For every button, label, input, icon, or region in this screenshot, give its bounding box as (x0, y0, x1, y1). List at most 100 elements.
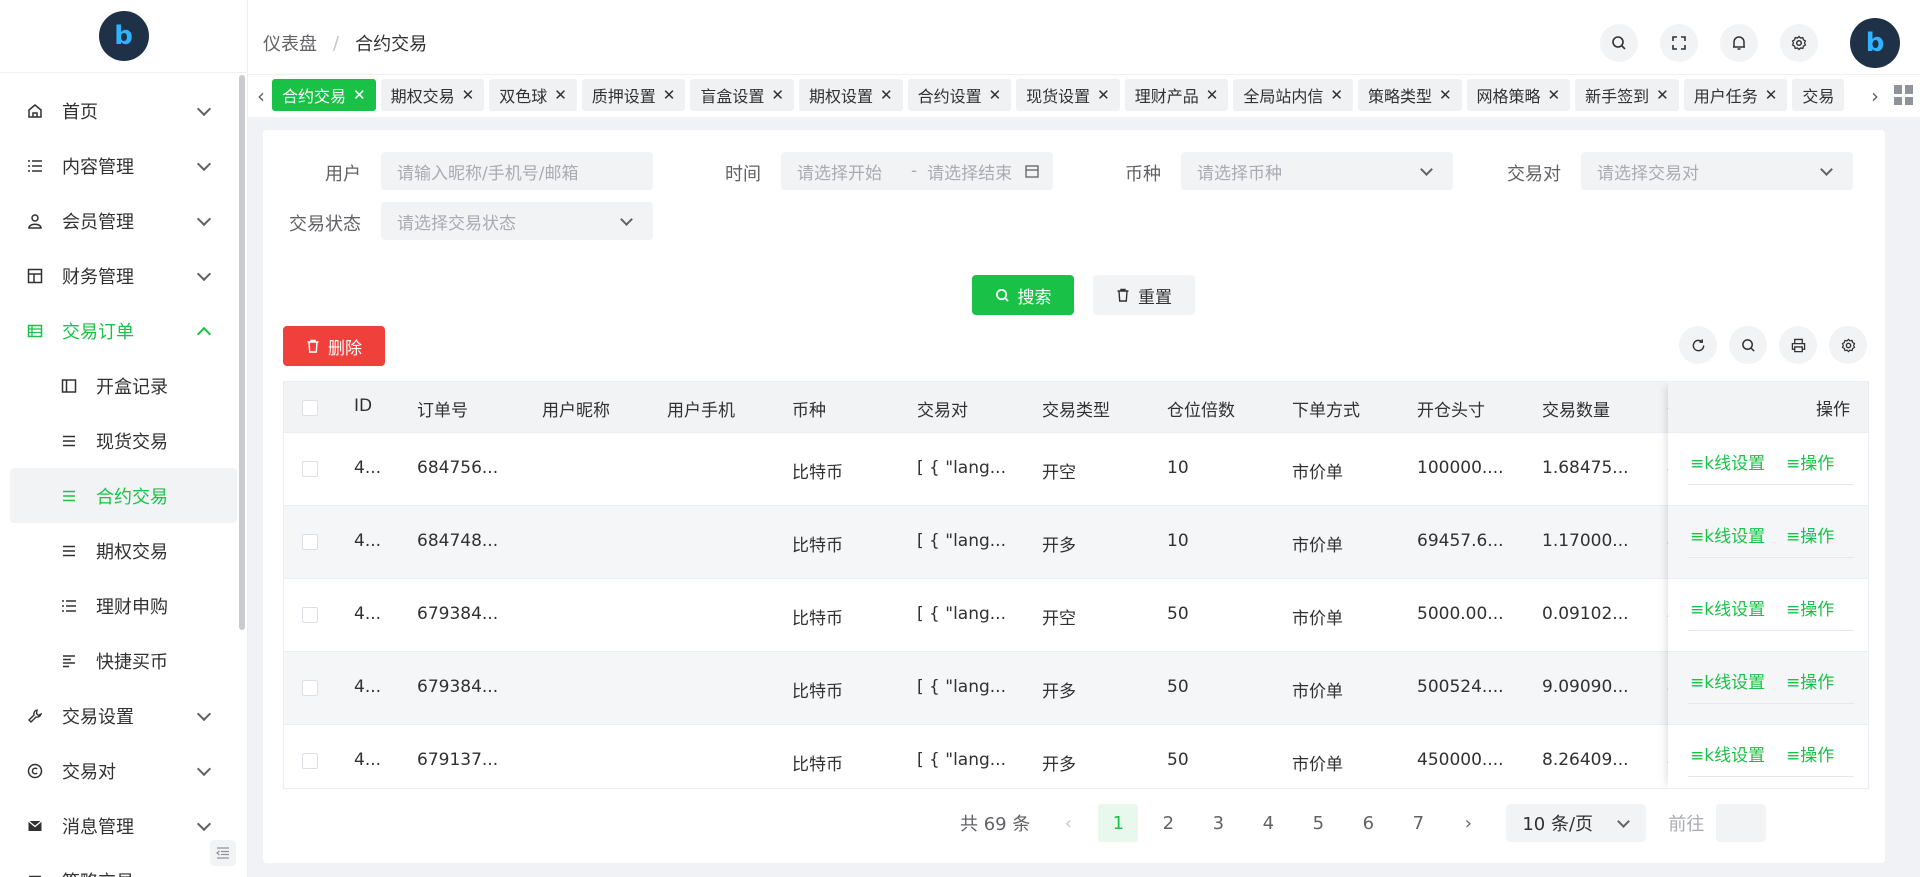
tab-contract-trade[interactable]: 合约交易 ✕ (272, 79, 376, 111)
kline-settings-link[interactable]: ≡k线设置 (1690, 668, 1765, 693)
table-row[interactable]: 4... 679384... 比特币 [ { "lang... 开多 50 市价单 50052… (284, 651, 1868, 725)
row-checkbox[interactable] (302, 461, 318, 477)
table-cell: 8.26409... (1542, 750, 1629, 770)
status-select[interactable]: 请选择交易状态 (381, 202, 653, 240)
tab-blindbox-settings[interactable]: 盲盒设置 ✕ (690, 79, 794, 111)
column-settings-button[interactable] (1829, 326, 1867, 364)
sidebar-subitem-options[interactable]: 期权交易 (10, 523, 237, 578)
tab-newbie-checkin[interactable]: 新手签到 ✕ (1575, 79, 1679, 111)
table-row[interactable]: 4... 684748... 比特币 [ { "lang... 开多 10 市价单 69457… (284, 505, 1868, 579)
time-end-input[interactable]: 请选择结束 (927, 159, 1017, 184)
sidebar-scrollbar[interactable] (239, 75, 245, 630)
tab-options-trade[interactable]: 期权交易 ✕ (380, 79, 485, 111)
fullscreen-button[interactable] (1660, 24, 1698, 62)
close-icon[interactable]: ✕ (1330, 86, 1343, 104)
notification-button[interactable] (1720, 24, 1758, 62)
search-button[interactable] (1600, 24, 1638, 62)
close-icon[interactable]: ✕ (663, 86, 676, 104)
pagination-page[interactable]: 2 (1148, 804, 1188, 842)
pagination-prev[interactable]: ‹ (1048, 804, 1088, 842)
pagination-next[interactable]: › (1448, 804, 1488, 842)
operate-link[interactable]: ≡操作 (1786, 522, 1834, 547)
breadcrumb-home[interactable]: 仪表盘 (263, 30, 317, 56)
user-filter-input[interactable]: 请输入昵称/手机号/邮箱 (381, 152, 653, 190)
page-size-select[interactable]: 10 条/页 (1506, 804, 1647, 842)
pagination-page[interactable]: 5 (1298, 804, 1338, 842)
tab-trade-overflow[interactable]: 交易 (1792, 79, 1845, 111)
tab-wealth-products[interactable]: 理财产品 ✕ (1124, 79, 1229, 111)
tab-double-ball[interactable]: 双色球 ✕ (489, 79, 577, 111)
pagination-page[interactable]: 1 (1098, 804, 1139, 842)
pagination-page[interactable]: 6 (1348, 804, 1388, 842)
pair-select[interactable]: 请选择交易对 (1581, 152, 1853, 190)
row-checkbox[interactable] (302, 680, 318, 696)
coin-select[interactable]: 请选择币种 (1181, 152, 1453, 190)
operate-link[interactable]: ≡操作 (1786, 668, 1834, 693)
tab-user-tasks[interactable]: 用户任务 ✕ (1683, 79, 1788, 111)
goto-page-input[interactable] (1716, 804, 1767, 842)
toggle-search-button[interactable] (1729, 326, 1767, 364)
table-row[interactable]: 4... 684756... 比特币 [ { "lang... 开空 10 市价单 10000… (284, 432, 1868, 506)
close-icon[interactable]: ✕ (989, 86, 1002, 104)
tabs-scroll-left[interactable]: ‹ (252, 81, 270, 111)
delete-button[interactable]: 删除 (283, 326, 385, 366)
sidebar-subitem-spot[interactable]: 现货交易 (10, 413, 237, 468)
tab-global-messages[interactable]: 全局站内信 ✕ (1233, 79, 1353, 111)
select-all-checkbox[interactable] (302, 400, 318, 416)
close-icon[interactable]: ✕ (554, 86, 567, 104)
row-checkbox[interactable] (302, 534, 318, 550)
sidebar-subitem-contract[interactable]: 合约交易 (10, 468, 237, 523)
table-row[interactable]: 4... 679384... 比特币 [ { "lang... 开空 50 市价单 5000.… (284, 578, 1868, 652)
close-icon[interactable]: ✕ (1548, 86, 1561, 104)
operate-link[interactable]: ≡操作 (1786, 449, 1834, 474)
tabs-menu-grid-icon[interactable] (1894, 85, 1914, 105)
search-submit-button[interactable]: 搜索 (972, 275, 1074, 315)
tab-strategy-types[interactable]: 策略类型 ✕ (1357, 79, 1462, 111)
sidebar-item-trade-settings[interactable]: 交易设置 (0, 688, 247, 743)
row-checkbox[interactable] (302, 753, 318, 769)
kline-settings-link[interactable]: ≡k线设置 (1690, 741, 1765, 766)
pagination-page[interactable]: 4 (1248, 804, 1288, 842)
time-range-picker[interactable]: 请选择开始 - 请选择结束 (781, 152, 1053, 190)
operate-link[interactable]: ≡操作 (1786, 595, 1834, 620)
kline-settings-link[interactable]: ≡k线设置 (1690, 522, 1765, 547)
close-icon[interactable]: ✕ (1206, 86, 1219, 104)
sidebar-subitem-quickbuy[interactable]: 快捷买币 (10, 633, 237, 688)
pagination-page[interactable]: 7 (1398, 804, 1438, 842)
sidebar-subitem-wealth[interactable]: 理财申购 (10, 578, 237, 633)
settings-button[interactable] (1780, 24, 1818, 62)
tabs-scroll-right[interactable]: › (1866, 81, 1884, 111)
close-icon[interactable]: ✕ (353, 86, 366, 104)
tab-grid-strategy[interactable]: 网格策略 ✕ (1466, 79, 1571, 111)
close-icon[interactable]: ✕ (771, 86, 784, 104)
sidebar-item-pairs[interactable]: 交易对 (0, 743, 247, 798)
reset-button[interactable]: 重置 (1093, 275, 1195, 315)
time-start-input[interactable]: 请选择开始 (797, 159, 901, 184)
sidebar-item-home[interactable]: 首页 (0, 83, 247, 138)
close-icon[interactable]: ✕ (880, 86, 893, 104)
avatar[interactable]: b (1850, 18, 1900, 68)
operate-link[interactable]: ≡操作 (1786, 741, 1834, 766)
sidebar-item-finance[interactable]: 财务管理 (0, 248, 247, 303)
tab-staking-settings[interactable]: 质押设置 ✕ (581, 79, 686, 111)
close-icon[interactable]: ✕ (462, 86, 475, 104)
collapse-sidebar-button[interactable] (210, 840, 236, 866)
sidebar-subitem-blindbox-records[interactable]: 开盒记录 (10, 358, 237, 413)
close-icon[interactable]: ✕ (1439, 86, 1452, 104)
table-row[interactable]: 4... 679137... 比特币 [ { "lang... 开多 50 市价单 45000… (284, 724, 1868, 788)
row-checkbox[interactable] (302, 607, 318, 623)
pagination-page[interactable]: 3 (1198, 804, 1238, 842)
sidebar-item-members[interactable]: 会员管理 (0, 193, 247, 248)
refresh-button[interactable] (1679, 326, 1717, 364)
close-icon[interactable]: ✕ (1656, 86, 1669, 104)
kline-settings-link[interactable]: ≡k线设置 (1690, 595, 1765, 620)
tab-contract-settings[interactable]: 合约设置 ✕ (907, 79, 1012, 111)
print-button[interactable] (1779, 326, 1817, 364)
sidebar-item-content[interactable]: 内容管理 (0, 138, 247, 193)
close-icon[interactable]: ✕ (1097, 86, 1110, 104)
tab-options-settings[interactable]: 期权设置 ✕ (798, 79, 903, 111)
tab-spot-settings[interactable]: 现货设置 ✕ (1016, 79, 1120, 111)
kline-settings-link[interactable]: ≡k线设置 (1690, 449, 1765, 474)
close-icon[interactable]: ✕ (1765, 86, 1778, 104)
sidebar-item-orders[interactable]: 交易订单 (0, 303, 247, 358)
